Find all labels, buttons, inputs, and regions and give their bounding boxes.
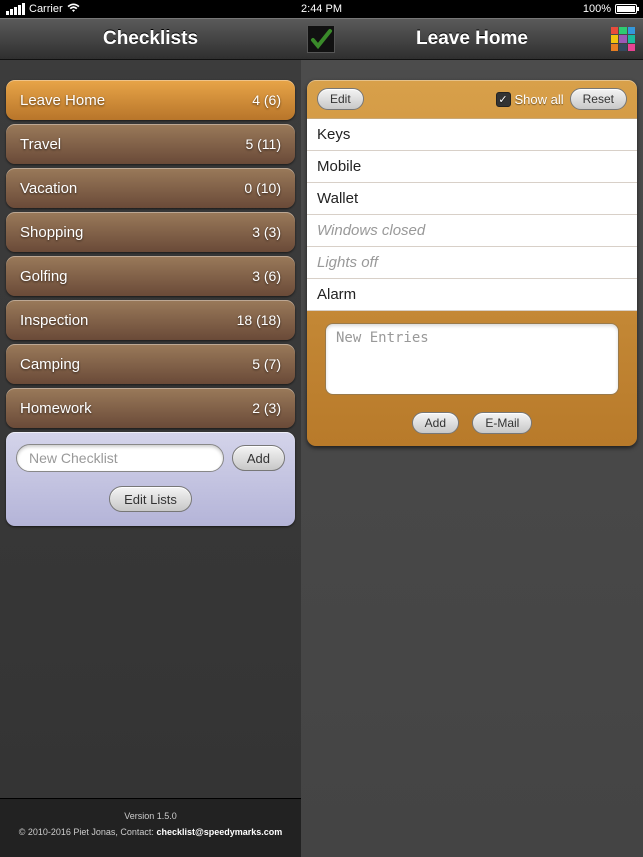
palette-cell [611,27,618,34]
contact-email[interactable]: checklist@speedymarks.com [156,827,282,837]
show-all-toggle[interactable]: ✓ Show all [496,92,564,107]
checklists-header: Checklists [0,18,301,60]
battery-icon [615,4,637,14]
checklist-row-count: 3 (3) [252,224,281,240]
checklist-row-shopping[interactable]: Shopping3 (3) [6,212,295,252]
show-all-label: Show all [515,92,564,107]
checklist-row-inspection[interactable]: Inspection18 (18) [6,300,295,340]
new-checklist-input[interactable] [16,444,224,472]
email-button[interactable]: E-Mail [472,412,532,434]
checklist-row-count: 4 (6) [252,92,281,108]
checklist-row-label: Shopping [20,224,252,241]
item-row-alarm[interactable]: Alarm [307,279,637,311]
palette-cell [611,35,618,42]
add-entry-button[interactable]: Add [412,412,459,434]
clock: 2:44 PM [301,3,342,15]
detail-title: Leave Home [416,28,528,50]
carrier-label: Carrier [29,3,63,15]
palette-icon[interactable] [611,27,635,51]
checklists-title: Checklists [103,28,198,50]
palette-cell [611,44,618,51]
item-row-wallet[interactable]: Wallet [307,183,637,215]
edit-lists-button[interactable]: Edit Lists [109,486,192,512]
add-checklist-button[interactable]: Add [232,445,285,471]
item-row-lights-off[interactable]: Lights off [307,247,637,279]
checklist-row-label: Inspection [20,312,237,329]
copyright-label: © 2010-2016 Piet Jonas, Contact: [19,827,157,837]
checklist-row-leave-home[interactable]: Leave Home4 (6) [6,80,295,120]
status-bar: Carrier 2:44 PM 100% [0,0,643,18]
palette-cell [628,27,635,34]
item-row-keys[interactable]: Keys [307,119,637,151]
detail-pane: Leave Home Edit ✓ Show all Reset KeysMob… [301,18,643,857]
checklist-row-count: 0 (10) [244,180,281,196]
palette-cell [619,44,626,51]
signal-icon [6,3,25,15]
checklist-row-label: Leave Home [20,92,252,109]
item-row-mobile[interactable]: Mobile [307,151,637,183]
edit-button[interactable]: Edit [317,88,364,110]
detail-header: Leave Home [301,18,643,60]
checklist-row-count: 5 (7) [252,356,281,372]
palette-cell [628,44,635,51]
checklist-row-count: 3 (6) [252,268,281,284]
palette-cell [628,35,635,42]
footer: Version 1.5.0 © 2010-2016 Piet Jonas, Co… [0,798,301,857]
detail-panel: Edit ✓ Show all Reset KeysMobileWalletWi… [307,80,637,446]
item-row-windows-closed[interactable]: Windows closed [307,215,637,247]
app-icon [307,25,335,53]
wifi-icon [67,3,80,16]
checklist-row-label: Vacation [20,180,244,197]
checklist-row-vacation[interactable]: Vacation0 (10) [6,168,295,208]
checklist-row-label: Homework [20,400,252,417]
battery-pct: 100% [583,3,611,15]
item-list: KeysMobileWalletWindows closedLights off… [307,118,637,311]
checklist-row-camping[interactable]: Camping5 (7) [6,344,295,384]
reset-button[interactable]: Reset [570,88,627,110]
checklist-row-count: 5 (11) [245,136,281,152]
checklist-row-golfing[interactable]: Golfing3 (6) [6,256,295,296]
checklist-row-travel[interactable]: Travel5 (11) [6,124,295,164]
new-entries-input[interactable] [325,323,619,395]
version-label: Version 1.5.0 [8,811,293,821]
palette-cell [619,27,626,34]
checklist-row-count: 18 (18) [237,312,281,328]
new-checklist-panel: Add Edit Lists [6,432,295,526]
checklist-row-label: Camping [20,356,252,373]
checkmark-icon: ✓ [496,92,511,107]
checklists-pane: Checklists Leave Home4 (6)Travel5 (11)Va… [0,18,301,857]
checklist-row-label: Travel [20,136,245,153]
checklist-row-label: Golfing [20,268,252,285]
palette-cell [619,35,626,42]
checklist-row-count: 2 (3) [252,400,281,416]
checklist-row-homework[interactable]: Homework2 (3) [6,388,295,428]
